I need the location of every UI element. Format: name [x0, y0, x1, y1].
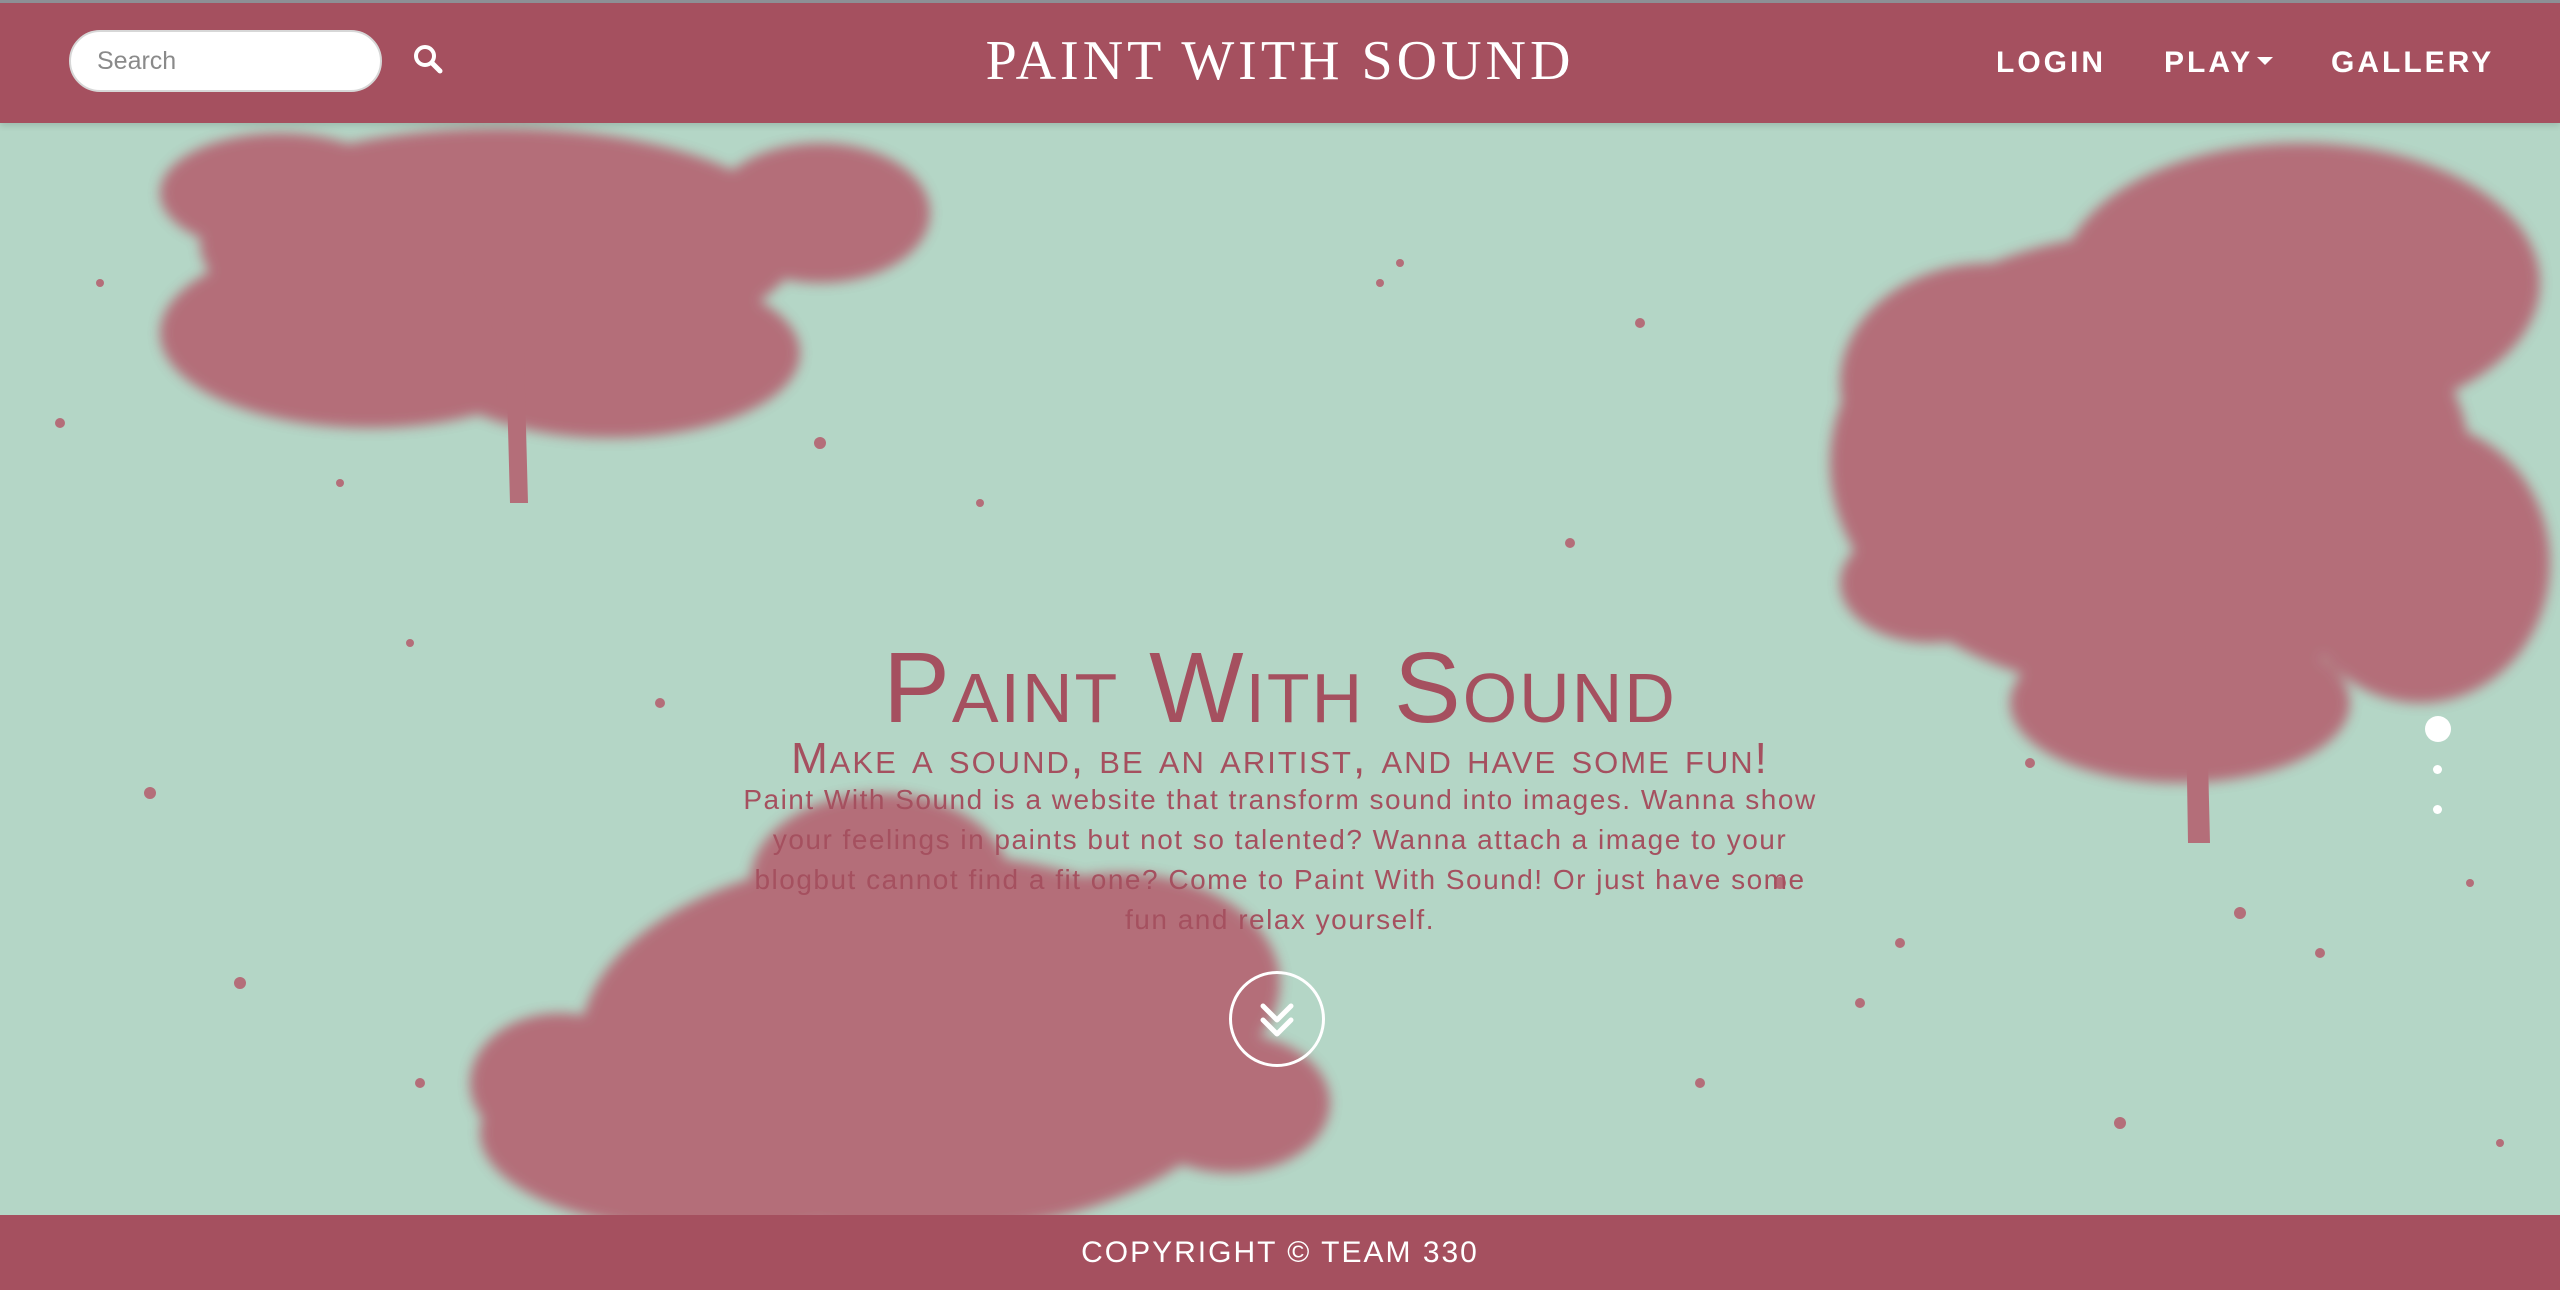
carousel-dot-2[interactable] [2433, 765, 2442, 774]
search-icon[interactable] [410, 41, 448, 79]
top-navbar: PAINT WITH SOUND LOGIN PLAY GALLERY [0, 0, 2560, 123]
hero-subtitle: Make a sound, be an aritist, and have so… [791, 734, 1769, 783]
hero-carousel: Paint With Sound Make a sound, be an ari… [0, 123, 2560, 1215]
hero-title: Paint With Sound [883, 632, 1677, 744]
nav-gallery-link[interactable]: GALLERY [2331, 43, 2494, 83]
scroll-down-button[interactable] [1229, 971, 1325, 1067]
double-chevron-down-icon [1260, 1003, 1294, 1037]
caret-down-icon [2257, 57, 2274, 66]
carousel-dot-3[interactable] [2433, 805, 2442, 814]
nav-play-dropdown[interactable]: PLAY [2164, 43, 2274, 83]
hero-description: Paint With Sound is a website that trans… [743, 784, 1817, 935]
footer: COPYRIGHT © TEAM 330 [0, 1215, 2560, 1290]
nav-login-link[interactable]: LOGIN [1996, 43, 2106, 83]
search-input[interactable] [69, 30, 382, 92]
nav-play-label: PLAY [2164, 46, 2254, 79]
carousel-dot-1[interactable] [2425, 716, 2451, 742]
copyright-text: COPYRIGHT © TEAM 330 [1081, 1236, 1479, 1269]
